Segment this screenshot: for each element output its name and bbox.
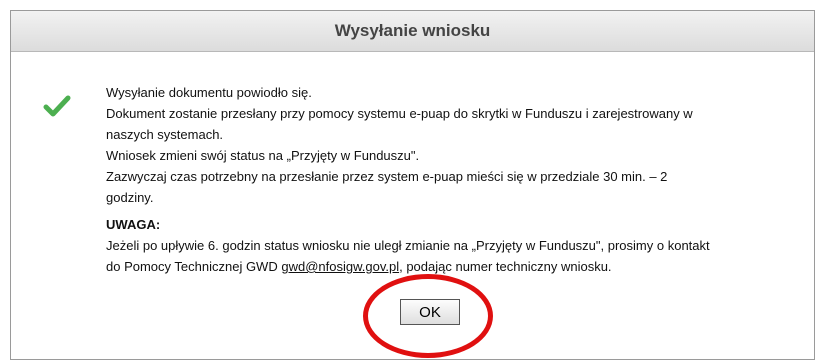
warning-text: , podając numer techniczny wniosku. — [399, 259, 612, 274]
message-line: Wniosek zmieni swój status na „Przyjęty … — [106, 148, 420, 163]
message-line: Zazwyczaj czas potrzebny na przesłanie p… — [106, 169, 668, 184]
message-line: godziny. — [106, 190, 154, 205]
message-line: Dokument zostanie przesłany przy pomocy … — [106, 106, 693, 121]
support-email-link[interactable]: gwd@nfosigw.gov.pl — [281, 259, 399, 274]
message-line: naszych systemach. — [106, 127, 224, 142]
warning-text: do Pomocy Technicznej GWD — [106, 259, 282, 274]
warning-heading: UWAGA: — [106, 217, 161, 232]
dialog-title: Wysyłanie wniosku — [11, 11, 814, 52]
dialog-message: Wysyłanie dokumentu powiodło się. Dokume… — [106, 82, 796, 277]
message-line: Wysyłanie dokumentu powiodło się. — [106, 85, 312, 100]
checkmark-success-icon — [43, 94, 71, 118]
warning-line: Jeżeli po upływie 6. godzin status wnios… — [106, 238, 710, 253]
dialog-content: Wysyłanie dokumentu powiodło się. Dokume… — [11, 52, 814, 361]
message-dialog: Wysyłanie wniosku Wysyłanie dokumentu po… — [10, 10, 815, 360]
ok-button[interactable]: OK — [400, 299, 460, 325]
warning-line: do Pomocy Technicznej GWD gwd@nfosigw.go… — [106, 256, 796, 277]
